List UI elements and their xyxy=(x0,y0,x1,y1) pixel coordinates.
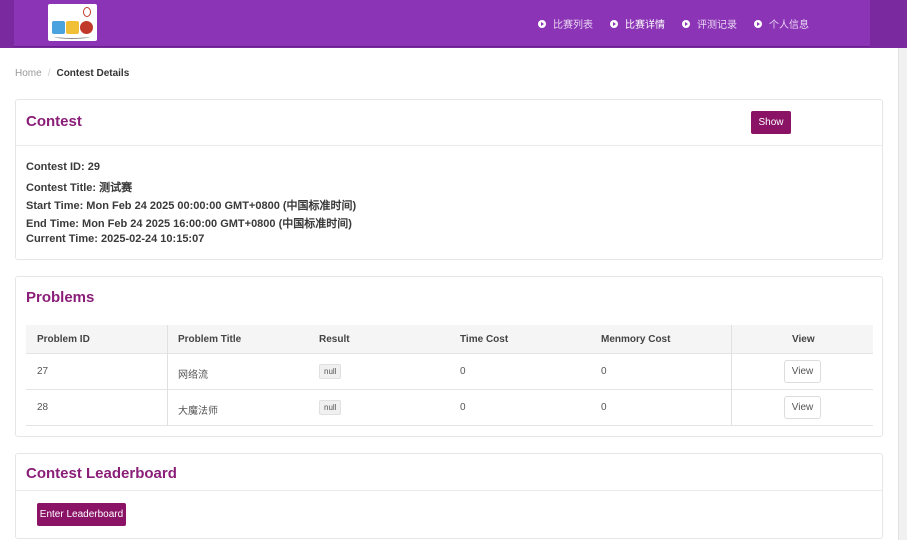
nav-bullet-icon xyxy=(610,19,618,28)
column-header-view: View xyxy=(792,334,815,345)
nav-bullet-icon xyxy=(682,19,690,28)
nav-bullet-icon xyxy=(754,19,762,28)
logo-block-red xyxy=(80,21,93,34)
memory-cost-cell: 0 xyxy=(601,366,607,377)
navbar-edge xyxy=(877,0,899,47)
card-divider xyxy=(16,145,882,146)
time-cost-cell: 0 xyxy=(460,402,466,413)
problems-card-title: Problems xyxy=(26,289,95,306)
memory-cost-cell: 0 xyxy=(601,402,607,413)
show-button[interactable]: Show xyxy=(751,111,791,134)
column-header-time-cost: Time Cost xyxy=(460,334,509,345)
column-divider xyxy=(731,325,732,426)
problem-id-cell: 27 xyxy=(37,366,49,377)
nav-item-contest-details[interactable]: 比赛详情 xyxy=(610,16,665,31)
leaderboard-card: Contest Leaderboard Enter Leaderboard xyxy=(15,453,883,539)
leaderboard-card-title: Contest Leaderboard xyxy=(26,465,177,482)
vertical-scrollbar[interactable] xyxy=(898,48,907,540)
column-header-problem-id: Problem ID xyxy=(37,334,90,345)
contest-start-time: Start Time: Mon Feb 24 2025 00:00:00 GMT… xyxy=(26,200,357,212)
navbar-inner xyxy=(14,0,870,47)
nav-bullet-icon xyxy=(538,19,546,28)
contest-end-time: End Time: Mon Feb 24 2025 16:00:00 GMT+0… xyxy=(26,218,352,230)
table-row: 27 网络流 null 0 0 View xyxy=(26,354,873,390)
contest-card: Contest Show Contest ID: 29 Contest Titl… xyxy=(15,99,883,260)
column-divider xyxy=(167,325,168,426)
table-header: Problem ID Problem Title Result Time Cos… xyxy=(26,325,873,354)
nav-item-contest-list[interactable]: 比赛列表 xyxy=(538,16,593,31)
breadcrumb-current: Contest Details xyxy=(56,68,130,79)
logo-block-blue xyxy=(52,21,65,34)
contest-current-time: Current Time: 2025-02-24 10:15:07 xyxy=(26,233,205,245)
column-header-result: Result xyxy=(319,334,350,345)
nav-item-label: 评测记录 xyxy=(697,20,737,31)
nav-item-label: 个人信息 xyxy=(769,20,809,31)
table-row: 28 大魔法师 null 0 0 View xyxy=(26,390,873,426)
problem-title-cell[interactable]: 大魔法师 xyxy=(178,402,218,417)
enter-leaderboard-button[interactable]: Enter Leaderboard xyxy=(37,503,126,526)
lightbulb-icon xyxy=(83,7,91,17)
card-divider xyxy=(16,490,882,491)
problems-card: Problems Problem ID Problem Title Result… xyxy=(15,276,883,437)
nav-item-label: 比赛详情 xyxy=(625,20,665,31)
result-badge: null xyxy=(319,364,342,379)
nav-item-profile[interactable]: 个人信息 xyxy=(754,16,809,31)
time-cost-cell: 0 xyxy=(460,366,466,377)
site-logo[interactable] xyxy=(48,4,97,41)
problem-id-cell: 28 xyxy=(37,402,49,413)
column-header-memory-cost: Menmory Cost xyxy=(601,334,671,345)
breadcrumb-home[interactable]: Home xyxy=(15,68,42,79)
view-problem-button[interactable]: View xyxy=(784,360,821,383)
contest-title-info: Contest Title: 测试赛 xyxy=(26,182,133,194)
result-badge: null xyxy=(319,400,342,415)
view-problem-button[interactable]: View xyxy=(784,396,821,419)
breadcrumb: Home / Contest Details xyxy=(15,68,129,79)
contest-id: Contest ID: 29 xyxy=(26,161,100,173)
logo-arc xyxy=(54,34,90,39)
breadcrumb-separator: / xyxy=(47,68,51,79)
top-navbar: 比赛列表 比赛详情 评测记录 个人信息 xyxy=(0,0,907,48)
contest-card-title: Contest xyxy=(26,113,82,130)
logo-block-yellow xyxy=(66,21,79,34)
column-header-problem-title: Problem Title xyxy=(178,334,242,345)
problem-title-cell[interactable]: 网络流 xyxy=(178,366,208,381)
nav-item-judge-records[interactable]: 评测记录 xyxy=(682,16,737,31)
nav-item-label: 比赛列表 xyxy=(553,20,593,31)
